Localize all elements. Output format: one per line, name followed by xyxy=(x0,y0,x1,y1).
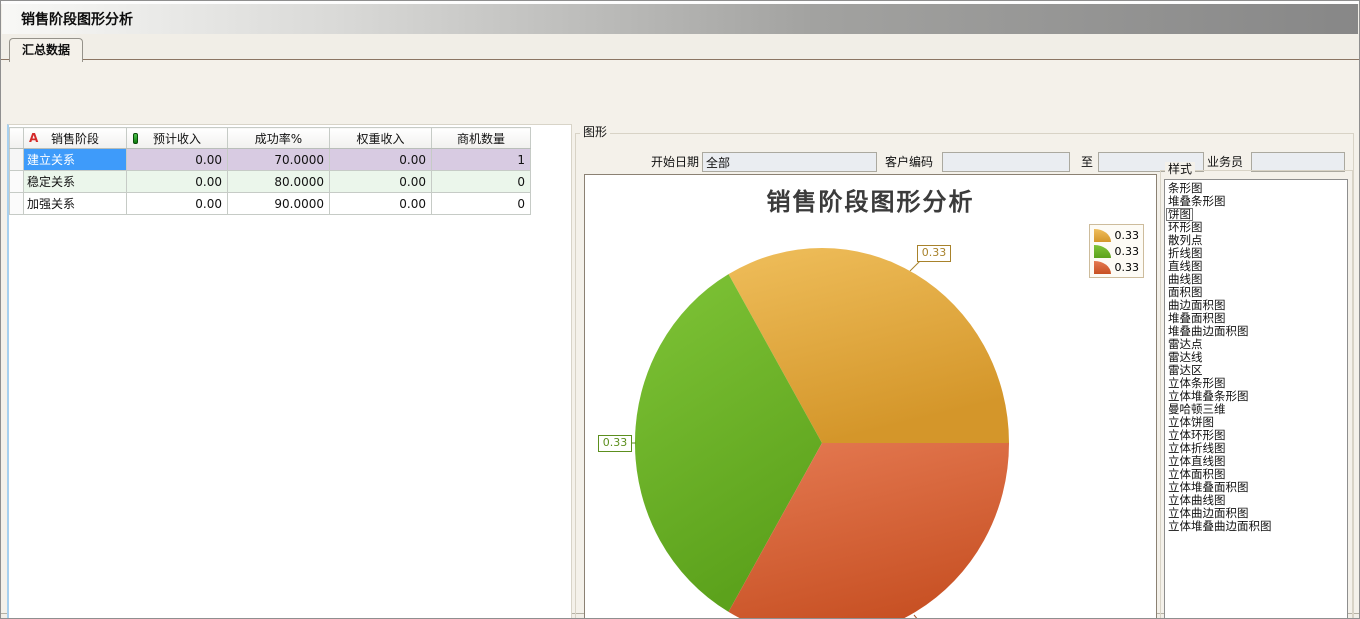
value-cell[interactable]: 0.00 xyxy=(330,149,432,171)
style-item[interactable]: 立体堆叠曲边面积图 xyxy=(1166,520,1274,533)
table-row[interactable]: 稳定关系0.0080.00000.000 xyxy=(10,171,531,193)
column-header-label: 销售阶段 xyxy=(51,132,99,146)
stage-cell[interactable]: 稳定关系 xyxy=(24,171,127,193)
value-cell[interactable]: 0.00 xyxy=(127,193,228,215)
graph-group-label: 图形 xyxy=(580,125,610,139)
column-header-label: 权重收入 xyxy=(356,132,404,146)
chart-style-listbox[interactable]: 条形图堆叠条形图饼图环形图散列点折线图直线图曲线图面积图曲边面积图堆叠面积图堆叠… xyxy=(1164,179,1348,619)
column-header-weighted-income[interactable]: 权重收入 xyxy=(330,128,432,149)
value-cell[interactable]: 0 xyxy=(432,193,531,215)
page-title: 销售阶段图形分析 xyxy=(21,9,133,29)
table-header-row: A 销售阶段 预计收入 成功率% 权重收入 xyxy=(10,128,531,149)
value-cell[interactable]: 80.0000 xyxy=(228,171,330,193)
value-cell[interactable]: 70.0000 xyxy=(228,149,330,171)
styles-groupbox: 样式 条形图堆叠条形图饼图环形图散列点折线图直线图曲线图面积图曲边面积图堆叠面积… xyxy=(1160,170,1353,619)
tab-strip xyxy=(1,34,1359,59)
sales-stage-table: A 销售阶段 预计收入 成功率% 权重收入 xyxy=(9,127,531,215)
row-indicator-header[interactable] xyxy=(10,128,24,149)
customer-code-label: 客户编码 xyxy=(885,155,933,169)
salesman-input[interactable] xyxy=(1251,152,1345,172)
column-header-label: 成功率% xyxy=(255,132,302,146)
customer-code-input[interactable] xyxy=(942,152,1070,172)
row-indicator[interactable] xyxy=(10,171,24,193)
pie-slice-label: 0.33 xyxy=(917,245,951,262)
start-date-label: 开始日期 xyxy=(639,155,699,169)
stage-cell[interactable]: 建立关系 xyxy=(24,149,127,171)
value-cell[interactable]: 90.0000 xyxy=(228,193,330,215)
legend-value: 0.33 xyxy=(1115,229,1140,242)
value-cell[interactable]: 0.00 xyxy=(330,171,432,193)
chart-legend: 0.33 0.33 0.33 xyxy=(1089,224,1144,278)
app-window: 销售阶段图形分析 汇总数据 A 销售阶段 预计收 xyxy=(0,0,1360,619)
green-indicator-icon xyxy=(133,133,138,144)
legend-entry: 0.33 xyxy=(1094,261,1139,274)
legend-value: 0.33 xyxy=(1115,245,1140,258)
tab-label: 汇总数据 xyxy=(22,43,70,57)
row-indicator[interactable] xyxy=(10,149,24,171)
value-cell[interactable]: 1 xyxy=(432,149,531,171)
value-cell[interactable]: 0 xyxy=(432,171,531,193)
pie-chart xyxy=(585,175,1156,619)
start-date-input[interactable] xyxy=(702,152,877,172)
row-indicator[interactable] xyxy=(10,193,24,215)
column-header-success-rate[interactable]: 成功率% xyxy=(228,128,330,149)
content-area: A 销售阶段 预计收入 成功率% 权重收入 xyxy=(1,59,1359,614)
table-row[interactable]: 建立关系0.0070.00000.001 xyxy=(10,149,531,171)
column-header-opportunity-count[interactable]: 商机数量 xyxy=(432,128,531,149)
table-row[interactable]: 加强关系0.0090.00000.000 xyxy=(10,193,531,215)
legend-entry: 0.33 xyxy=(1094,245,1139,258)
stage-cell[interactable]: 加强关系 xyxy=(24,193,127,215)
pie-swatch-icon xyxy=(1094,261,1111,274)
label-leader-line xyxy=(910,261,920,271)
to-label: 至 xyxy=(1081,155,1093,169)
title-bar: 销售阶段图形分析 xyxy=(2,4,1358,34)
value-cell[interactable]: 0.00 xyxy=(127,171,228,193)
pie-chart-panel: 销售阶段图形分析 0.330.330.33 0.330.330.33 xyxy=(584,174,1157,619)
legend-entry: 0.33 xyxy=(1094,229,1139,242)
salesman-label: 业务员 xyxy=(1207,155,1243,169)
sales-stage-grid-panel: A 销售阶段 预计收入 成功率% 权重收入 xyxy=(7,124,572,619)
column-header-label: 预计收入 xyxy=(153,132,201,146)
tab-summary-data[interactable]: 汇总数据 xyxy=(9,38,83,62)
sort-a-icon: A xyxy=(29,131,38,145)
column-header-label: 商机数量 xyxy=(457,132,505,146)
value-cell[interactable]: 0.00 xyxy=(330,193,432,215)
column-header-stage[interactable]: A 销售阶段 xyxy=(24,128,127,149)
styles-group-label: 样式 xyxy=(1165,162,1195,176)
legend-value: 0.33 xyxy=(1115,261,1140,274)
pie-swatch-icon xyxy=(1094,229,1111,242)
pie-swatch-icon xyxy=(1094,245,1111,258)
pie-slice-label: 0.33 xyxy=(598,435,632,452)
label-leader-line xyxy=(914,615,924,619)
column-header-expected-income[interactable]: 预计收入 xyxy=(127,128,228,149)
value-cell[interactable]: 0.00 xyxy=(127,149,228,171)
